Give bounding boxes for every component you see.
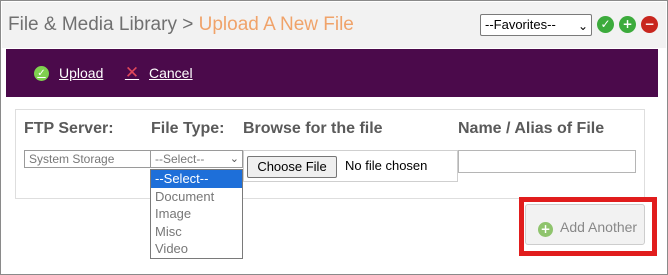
file-type-header: File Type: <box>151 120 225 137</box>
add-another-button[interactable]: + Add Another <box>525 204 645 245</box>
file-type-select[interactable]: --Select-- ⌄ <box>150 150 243 168</box>
page-title: Upload A New File <box>198 14 354 35</box>
name-alias-header: Name / Alias of File <box>458 120 605 137</box>
ftp-server-select[interactable]: System Storage ⌄ <box>24 150 161 168</box>
no-file-text: No file chosen <box>345 158 428 173</box>
close-icon: ✕ <box>124 63 140 83</box>
action-toolbar: ✓ Upload ✕ Cancel <box>6 49 658 97</box>
breadcrumb-root[interactable]: File & Media Library <box>8 14 177 35</box>
chevron-down-icon: ⌄ <box>229 153 239 165</box>
browse-header: Browse for the file <box>243 120 383 137</box>
dropdown-option[interactable]: Document <box>151 188 242 206</box>
favorites-select[interactable]: --Favorites-- ⌄ <box>480 14 592 36</box>
file-type-dropdown: --Select-- Document Image Misc Video <box>150 169 243 259</box>
ftp-server-header: FTP Server: <box>24 120 114 137</box>
breadcrumb: File & Media Library > Upload A New File <box>8 14 354 36</box>
upload-label: Upload <box>59 65 104 81</box>
plus-circle-icon[interactable]: + <box>619 16 636 33</box>
dropdown-option[interactable]: Misc <box>151 223 242 241</box>
file-browse-field: Choose File No file chosen <box>243 150 458 182</box>
breadcrumb-separator: > <box>182 14 194 35</box>
check-circle-icon: ✓ <box>34 65 49 81</box>
check-circle-icon[interactable]: ✓ <box>597 16 614 33</box>
favorites-select-value: --Favorites-- <box>485 17 556 32</box>
dropdown-option[interactable]: --Select-- <box>151 170 242 188</box>
page-header: File & Media Library > Upload A New File… <box>2 2 666 48</box>
upload-button[interactable]: ✓ Upload <box>34 65 103 81</box>
file-type-value: --Select-- <box>155 152 205 166</box>
dropdown-option[interactable]: Video <box>151 240 242 258</box>
dropdown-option[interactable]: Image <box>151 205 242 223</box>
cancel-label: Cancel <box>149 65 193 81</box>
plus-circle-icon: + <box>538 222 553 237</box>
upload-window: File & Media Library > Upload A New File… <box>0 0 668 275</box>
add-another-label: Add Another <box>560 219 638 235</box>
name-alias-input[interactable] <box>458 150 636 173</box>
upload-form-panel: FTP Server: File Type: Browse for the fi… <box>15 109 645 199</box>
ftp-server-value: System Storage <box>29 152 115 166</box>
chevron-down-icon: ⌄ <box>577 19 588 33</box>
choose-file-button[interactable]: Choose File <box>247 156 337 178</box>
minus-circle-icon[interactable]: − <box>641 16 658 33</box>
cancel-button[interactable]: ✕ Cancel <box>124 63 193 83</box>
